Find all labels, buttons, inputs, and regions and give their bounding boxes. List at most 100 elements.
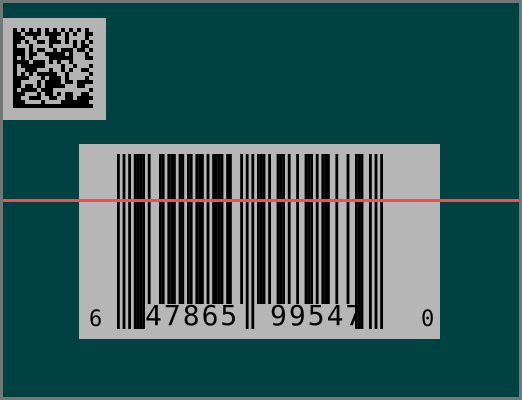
datamatrix-module [21,28,25,32]
datamatrix-module [49,32,53,36]
datamatrix-module [25,88,29,92]
datamatrix-module [49,36,53,40]
datamatrix-module [45,88,49,92]
datamatrix-module [53,80,57,84]
datamatrix-module [21,100,25,104]
barcode-bar [304,154,308,304]
datamatrix-module [29,68,33,72]
barcode-bar [139,154,143,329]
datamatrix-module [49,40,53,44]
barcode-bar [178,154,182,304]
datamatrix-module [81,104,85,108]
datamatrix-module [13,44,17,48]
datamatrix-module [85,76,89,80]
datamatrix-module [49,104,53,108]
datamatrix-module [53,52,57,56]
barcode-bar [374,154,378,329]
datamatrix-module [41,60,45,64]
datamatrix-module [77,80,81,84]
datamatrix-module [49,60,53,64]
datamatrix-module [57,40,61,44]
datamatrix-module [85,56,89,60]
datamatrix-module [49,80,53,84]
datamatrix-module [13,92,17,96]
datamatrix-module [53,72,57,76]
datamatrix-module [57,80,61,84]
datamatrix-module [77,48,81,52]
datamatrix-module [13,72,17,76]
datamatrix-module [49,88,53,92]
barcode-bar [201,154,204,304]
datamatrix-module [89,88,93,92]
datamatrix-module [81,68,85,72]
datamatrix-module [25,76,29,80]
datamatrix-module [89,32,93,36]
datamatrix-module [61,56,65,60]
barcode-bar [226,154,229,304]
datamatrix-module [65,76,69,80]
datamatrix-module [37,64,41,68]
barcode-bar [240,154,243,304]
datamatrix-module [81,92,85,96]
datamatrix-module [85,44,89,48]
barcode-bar [217,154,221,304]
datamatrix-module [65,100,69,104]
datamatrix-module [29,96,33,100]
datamatrix-module [21,64,25,68]
barcode-bar [161,154,165,304]
datamatrix-module [65,72,69,76]
datamatrix-module [21,88,25,92]
datamatrix-module [69,52,73,56]
datamatrix-module [89,96,93,100]
barcode-check-digit: 0 [421,307,435,332]
datamatrix-module [53,104,57,108]
datamatrix-module [65,92,69,96]
datamatrix-module [53,48,57,52]
barcode-bar [147,154,151,304]
barcode-bar [189,154,193,304]
datamatrix-module [29,64,33,68]
barcode-bar [335,154,339,304]
datamatrix-module [85,104,89,108]
barcode-bar [321,154,325,304]
datamatrix-module [13,88,17,92]
datamatrix-module [49,76,53,80]
barcode-bar [245,154,249,329]
datamatrix-module [53,32,57,36]
datamatrix-module [81,84,85,88]
barcode-bar [307,154,311,304]
datamatrix-module [37,48,41,52]
datamatrix-module [77,28,81,32]
datamatrix-module [65,32,69,36]
datamatrix-module [41,48,45,52]
datamatrix-module [33,64,37,68]
datamatrix-card [3,18,106,120]
datamatrix-module [49,52,53,56]
barcode-bar [173,154,176,304]
datamatrix-module [49,68,53,72]
datamatrix-module [81,48,85,52]
datamatrix-module [45,104,49,108]
barcode-bar [133,154,137,329]
datamatrix-module [69,92,73,96]
datamatrix-module [37,96,41,100]
barcode-bar [296,154,299,304]
barcode-bar [380,154,383,329]
datamatrix-module [41,64,45,68]
datamatrix-module [41,40,45,44]
datamatrix-module [25,68,29,72]
datamatrix-module [49,92,53,96]
datamatrix-module [21,104,25,108]
datamatrix-module [21,60,25,64]
datamatrix-module [45,32,49,36]
datamatrix-module [33,68,37,72]
datamatrix-module [61,48,65,52]
datamatrix-module [29,44,33,48]
datamatrix-module [17,80,21,84]
datamatrix-module [53,84,57,88]
datamatrix-module [17,40,21,44]
barcode-bar [215,154,218,304]
barcode-bar [287,154,291,304]
datamatrix-module [89,48,93,52]
datamatrix-module [13,60,17,64]
